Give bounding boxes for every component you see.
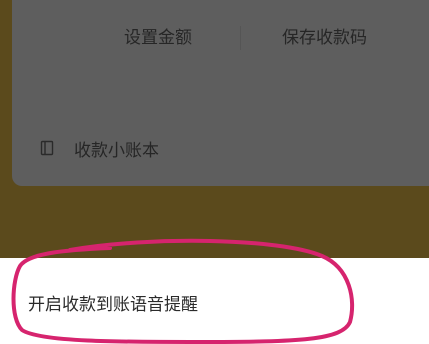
receive-money-card: 设置金额 保存收款码 收款小账本	[12, 0, 429, 186]
screen: 设置金额 保存收款码 收款小账本 开启收款到账语音提醒	[0, 0, 429, 344]
voice-alert-label: 开启收款到账语音提醒	[28, 294, 198, 315]
voice-alert-option[interactable]: 开启收款到账语音提醒	[28, 286, 198, 318]
card-action-row: 设置金额 保存收款码	[12, 18, 429, 58]
notebook-icon	[40, 140, 54, 156]
action-divider	[240, 26, 241, 50]
ledger-entry[interactable]: 收款小账本	[40, 134, 159, 162]
save-qr-code-button[interactable]: 保存收款码	[282, 26, 367, 50]
ledger-label: 收款小账本	[74, 140, 159, 161]
set-amount-button[interactable]: 设置金额	[124, 26, 192, 50]
